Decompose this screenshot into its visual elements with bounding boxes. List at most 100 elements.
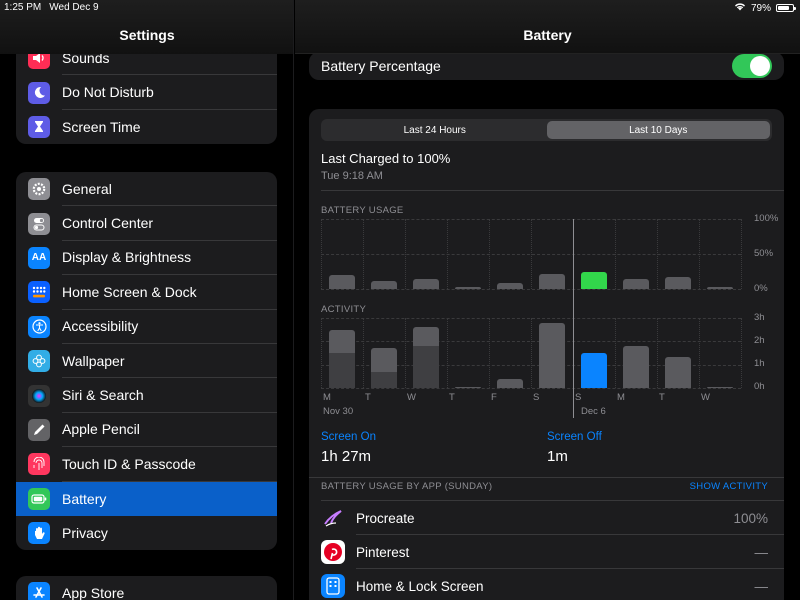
show-activity-button[interactable]: SHOW ACTIVITY bbox=[690, 481, 768, 492]
usage-bar[interactable] bbox=[413, 279, 439, 289]
gear-icon bbox=[28, 178, 50, 201]
day-label: T bbox=[659, 392, 665, 403]
fingerprint-icon bbox=[28, 453, 50, 476]
usage-bar[interactable] bbox=[497, 283, 523, 289]
gridline bbox=[615, 219, 616, 289]
gridline bbox=[447, 318, 448, 388]
sidebar-item-label: Siri & Search bbox=[62, 378, 277, 413]
battery-percentage-label: Battery Percentage bbox=[321, 58, 441, 74]
day-label: W bbox=[701, 392, 710, 403]
usage-bar[interactable] bbox=[371, 281, 397, 289]
gridline bbox=[741, 318, 742, 388]
screen-off-label: Screen Off bbox=[547, 431, 602, 443]
screen-on-value: 1h 27m bbox=[321, 448, 372, 465]
sidebar-item-accessibility[interactable]: Accessibility bbox=[16, 310, 277, 344]
sidebar-item-general[interactable]: General bbox=[16, 172, 277, 207]
usage-axis-50: 50% bbox=[754, 248, 774, 259]
procreate-icon bbox=[321, 506, 345, 530]
gridline bbox=[321, 219, 322, 289]
activity-bar[interactable] bbox=[455, 386, 481, 388]
usage-bar[interactable] bbox=[455, 286, 481, 289]
app-usage-value: — bbox=[754, 578, 769, 594]
day-label: M bbox=[323, 392, 331, 403]
gridline bbox=[531, 318, 532, 388]
screen-off-value: 1m bbox=[547, 448, 568, 465]
home-screen-icon bbox=[321, 574, 345, 598]
sidebar-item-home-screen-and-dock[interactable]: Home Screen & Dock bbox=[16, 275, 277, 310]
settings-sidebar: Settings Sounds Do Not Disturb Screen Time… bbox=[0, 0, 294, 600]
battery-usage-card: Last 24 Hours Last 10 Days Last Charged … bbox=[309, 109, 784, 600]
usage-axis-100: 100% bbox=[754, 213, 779, 224]
sidebar-item-do-not-disturb[interactable]: Do Not Disturb bbox=[16, 75, 277, 110]
usage-bar[interactable] bbox=[539, 274, 565, 289]
usage-bar[interactable] bbox=[707, 287, 733, 289]
usage-bar[interactable] bbox=[329, 275, 355, 289]
battery-usage-label: BATTERY USAGE bbox=[321, 205, 404, 216]
app-usage-row[interactable]: Procreate 100% bbox=[309, 501, 784, 535]
battery-usage-chart bbox=[321, 219, 742, 319]
sidebar-item-siri-and-search[interactable]: Siri & Search bbox=[16, 378, 277, 413]
app-name: Pinterest bbox=[356, 544, 410, 560]
app-usage-row[interactable]: Home & Lock Screen — bbox=[309, 569, 784, 600]
gridline bbox=[321, 388, 741, 389]
battery-percentage-row: Battery Percentage bbox=[309, 52, 784, 80]
activity-bar[interactable] bbox=[665, 356, 691, 388]
app-store-icon bbox=[28, 582, 50, 600]
sidebar-item-app-store[interactable]: App Store bbox=[16, 576, 277, 600]
tab-last-24-hours[interactable]: Last 24 Hours bbox=[323, 121, 547, 139]
sidebar-item-touch-id-and-passcode[interactable]: Touch ID & Passcode bbox=[16, 447, 277, 482]
gridline bbox=[741, 219, 742, 289]
date-label-start: Nov 30 bbox=[323, 406, 354, 417]
activity-axis-3h: 3h bbox=[754, 312, 765, 323]
divider bbox=[321, 190, 784, 191]
battery-status-icon bbox=[776, 4, 796, 12]
status-time: 1:25 PM bbox=[4, 2, 42, 13]
gridline bbox=[363, 219, 364, 289]
activity-bar-segment bbox=[371, 371, 397, 388]
activity-bar-segment bbox=[413, 346, 439, 388]
usage-bar[interactable] bbox=[623, 278, 649, 289]
sidebar-item-apple-pencil[interactable]: Apple Pencil bbox=[16, 413, 277, 448]
sidebar-item-label: Screen Time bbox=[62, 118, 141, 135]
sidebar-item-screen-time[interactable]: Screen Time bbox=[16, 110, 277, 144]
activity-bar[interactable] bbox=[539, 322, 565, 388]
battery-title: Battery bbox=[523, 27, 572, 43]
toggle-knob bbox=[750, 56, 770, 76]
day-label: S bbox=[533, 392, 540, 403]
day-label: T bbox=[449, 392, 455, 403]
activity-bar[interactable] bbox=[623, 346, 649, 388]
settings-group-1: Sounds Do Not Disturb Screen Time bbox=[16, 41, 277, 145]
app-usage-row[interactable]: Pinterest — bbox=[309, 535, 784, 569]
date-label-mid: Dec 6 bbox=[581, 406, 606, 417]
gridline bbox=[321, 289, 741, 290]
status-battery-percent: 79% bbox=[750, 2, 771, 14]
battery-percentage-toggle[interactable] bbox=[732, 54, 772, 78]
tab-last-10-days[interactable]: Last 10 Days bbox=[546, 121, 770, 139]
activity-bar[interactable] bbox=[707, 386, 733, 388]
sidebar-item-label: App Store bbox=[62, 585, 125, 600]
sidebar-item-label: Do Not Disturb bbox=[62, 75, 277, 110]
sidebar-item-control-center[interactable]: Control Center bbox=[16, 206, 277, 241]
sidebar-item-wallpaper[interactable]: Wallpaper bbox=[16, 344, 277, 379]
usage-bar[interactable] bbox=[581, 271, 607, 289]
activity-axis-2h: 2h bbox=[754, 335, 765, 346]
activity-bar[interactable] bbox=[497, 378, 523, 388]
activity-label: ACTIVITY bbox=[321, 304, 367, 315]
activity-bar-segment bbox=[329, 353, 355, 388]
hand-icon bbox=[28, 522, 50, 545]
activity-bar[interactable] bbox=[581, 353, 607, 388]
app-usage-value: 100% bbox=[733, 510, 768, 526]
sidebar-item-display-and-brightness[interactable]: AA Display & Brightness bbox=[16, 241, 277, 276]
gridline bbox=[489, 318, 490, 388]
wifi-icon bbox=[734, 2, 746, 14]
gridline bbox=[321, 318, 322, 388]
settings-group-2: General Control Center AA Display & Brightn… bbox=[16, 172, 277, 551]
sidebar-item-battery[interactable]: Battery bbox=[16, 481, 277, 516]
battery-detail: Battery Battery Percentage Last 24 Hours… bbox=[295, 0, 800, 600]
app-usage-value: — bbox=[754, 544, 769, 560]
usage-bar[interactable] bbox=[665, 277, 691, 289]
sidebar-item-label: Touch ID & Passcode bbox=[62, 447, 277, 482]
usage-by-app-header: BATTERY USAGE BY APP (SUNDAY) bbox=[321, 481, 493, 492]
gridline bbox=[405, 318, 406, 388]
sidebar-item-privacy[interactable]: Privacy bbox=[16, 516, 277, 550]
